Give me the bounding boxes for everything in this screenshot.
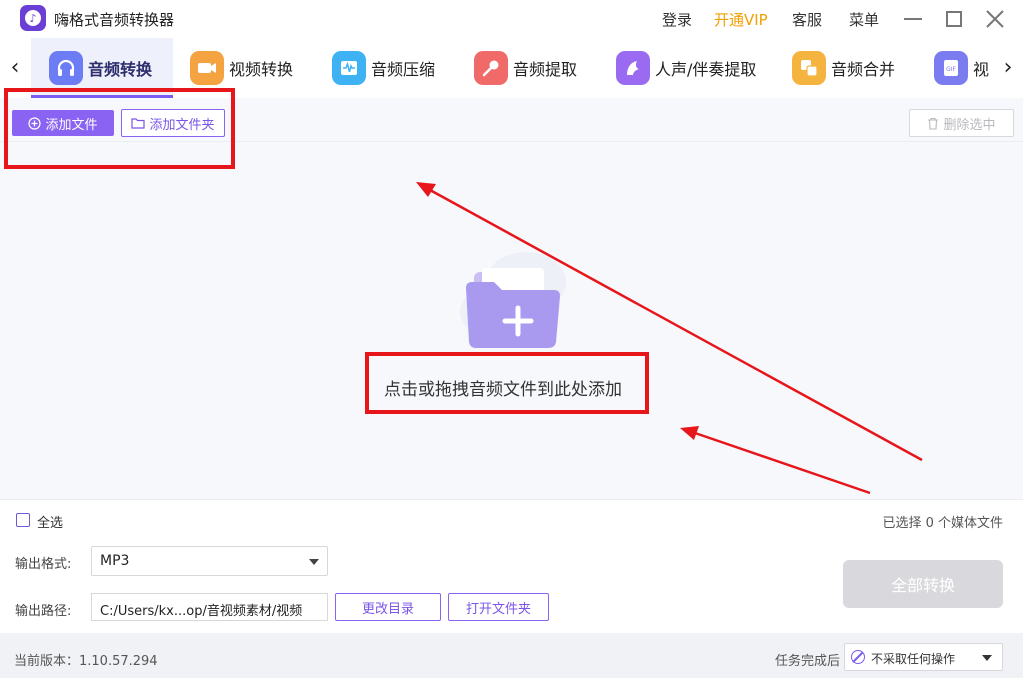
file-drop-area[interactable]: 点击或拖拽音频文件到此处添加 [0, 142, 1023, 499]
minimize-icon [904, 18, 922, 20]
tab-audio-merge[interactable]: 音频合并 [792, 38, 895, 98]
login-link[interactable]: 登录 [662, 9, 692, 30]
chevron-down-icon [309, 559, 319, 565]
tab-label: 音频转换 [88, 60, 153, 79]
output-settings: 输出格式: MP3 输出路径: C:/Users/kx...op/音视频素材/视… [0, 539, 1023, 633]
no-action-icon [851, 650, 865, 664]
app-title: 嗨格式音频转换器 [54, 11, 175, 29]
tab-label: 人声/伴奏提取 [655, 60, 757, 79]
tab-label: 音频合并 [831, 60, 896, 79]
after-task-select[interactable]: 不采取任何操作 [844, 643, 1003, 671]
annotation-box-add-buttons [4, 88, 235, 169]
merge-icon [792, 51, 826, 85]
output-format-label: 输出格式: [15, 557, 72, 572]
microphone-icon [474, 51, 508, 85]
open-folder-button[interactable]: 打开文件夹 [448, 593, 549, 621]
menu-link[interactable]: 菜单 [849, 9, 879, 30]
svg-text:GIF: GIF [946, 66, 956, 73]
close-icon [986, 10, 1004, 28]
after-task-value: 不采取任何操作 [871, 652, 956, 666]
service-link[interactable]: 客服 [792, 9, 822, 30]
tab-label: 音频提取 [513, 60, 578, 79]
vocal-icon [616, 51, 650, 85]
annotation-box-drop-hint [365, 352, 649, 414]
gif-icon: GIF [934, 51, 968, 85]
waveform-icon [332, 51, 366, 85]
maximize-icon [946, 11, 962, 27]
output-format-select[interactable]: MP3 [91, 546, 328, 576]
video-camera-icon [190, 51, 224, 85]
output-path-label: 输出路径: [15, 604, 72, 619]
convert-all-button[interactable]: 全部转换 [843, 560, 1003, 608]
trash-icon [928, 117, 939, 130]
version-text: 当前版本：1.10.57.294 [14, 654, 158, 669]
tab-gif[interactable]: GIF 视 [934, 38, 989, 98]
after-task-label: 任务完成后 [775, 654, 841, 669]
tabs-prev-arrow-icon[interactable]: ‹ [5, 56, 25, 80]
delete-selected-button[interactable]: 删除选中 [909, 109, 1014, 137]
folder-add-icon [460, 252, 566, 348]
tab-vocal-extract[interactable]: 人声/伴奏提取 [616, 38, 756, 98]
minimize-button[interactable] [900, 6, 926, 32]
tab-label: 视 [973, 60, 990, 79]
title-bar: ♪ 嗨格式音频转换器 登录 开通VIP 客服 菜单 [0, 0, 1023, 38]
delete-selected-label: 删除选中 [943, 117, 996, 133]
app-logo-icon: ♪ [20, 5, 46, 31]
output-path-field[interactable]: C:/Users/kx...op/音视频素材/视频 [91, 593, 328, 621]
maximize-button[interactable] [941, 6, 967, 32]
select-all-checkbox[interactable] [16, 513, 30, 527]
tab-audio-compress[interactable]: 音频压缩 [332, 38, 435, 98]
selection-bar: 全选 已选择 0 个媒体文件 [0, 499, 1023, 539]
status-footer: 当前版本：1.10.57.294 任务完成后 不采取任何操作 [0, 633, 1023, 678]
chevron-down-icon [982, 655, 992, 661]
tab-audio-extract[interactable]: 音频提取 [474, 38, 577, 98]
selected-count: 已选择 0 个媒体文件 [882, 516, 1003, 531]
tab-label: 视频转换 [229, 60, 294, 79]
change-directory-button[interactable]: 更改目录 [335, 593, 441, 621]
headphones-icon [49, 51, 83, 85]
tabs-next-arrow-icon[interactable]: › [998, 56, 1018, 80]
select-all-label[interactable]: 全选 [37, 512, 63, 531]
tab-label: 音频压缩 [371, 60, 436, 79]
close-button[interactable] [982, 6, 1008, 32]
output-format-value: MP3 [100, 553, 130, 569]
vip-link[interactable]: 开通VIP [714, 9, 768, 30]
